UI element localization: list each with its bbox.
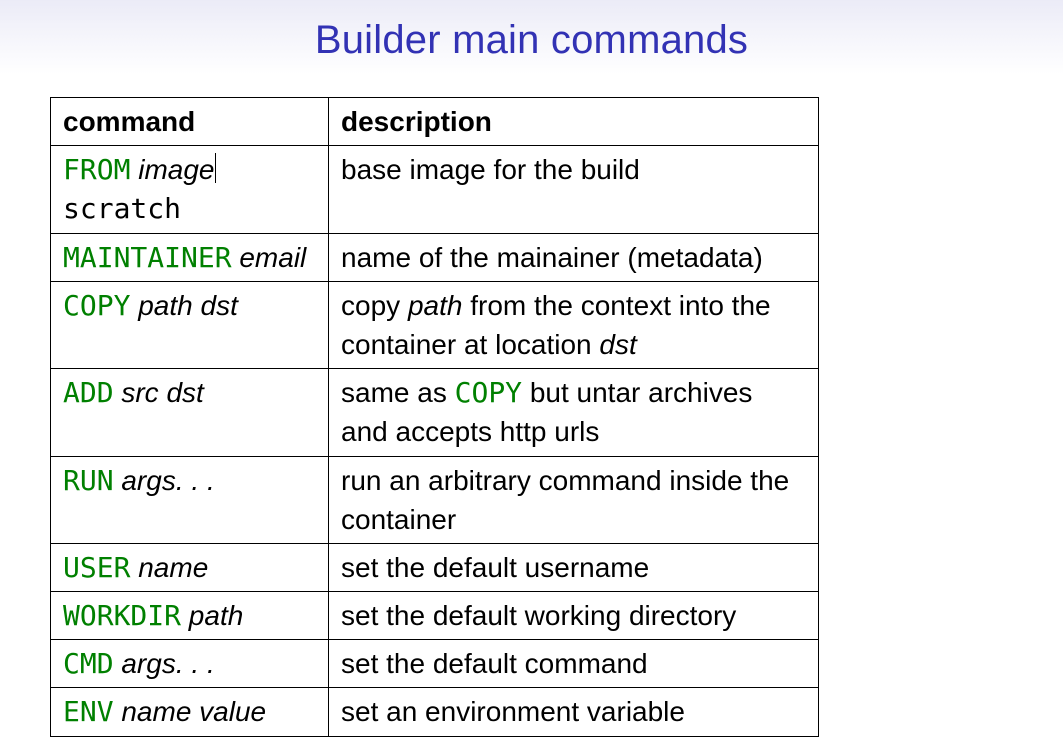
description-cell: copy path from the context into the cont… [329,281,819,368]
description-cell: set an environment variable [329,688,819,736]
command-arg: name [138,552,208,583]
table-row: CMD args. . . set the default command [51,640,819,688]
description-keyword: COPY [455,376,522,409]
header-command: command [51,98,329,146]
command-cell: MAINTAINER email [51,233,329,281]
command-cell: COPY path dst [51,281,329,368]
description-cell: set the default working directory [329,592,819,640]
description-text: base image for the build [341,154,640,185]
description-text: run an arbitrary command inside the cont… [341,465,789,535]
description-cell: run an arbitrary command inside the cont… [329,456,819,543]
commands-table: command description FROM image scratch bas… [50,97,819,737]
description-arg: path [408,290,463,321]
table-row: ENV name value set an environment variabl… [51,688,819,736]
command-alt: scratch [63,192,181,225]
command-arg: src dst [121,377,203,408]
description-arg: dst [599,329,636,360]
command-arg: path [189,600,244,631]
table-row: ADD src dstsame as COPY but untar archiv… [51,369,819,456]
description-text: set an environment variable [341,696,685,727]
command-cell: ADD src dst [51,369,329,456]
command-cell: RUN args. . . [51,456,329,543]
description-cell: set the default username [329,543,819,591]
description-text: copy [341,290,408,321]
description-cell: base image for the build [329,146,819,233]
slide-title: Builder main commands [0,18,1063,63]
description-text: name of the mainainer (metadata) [341,242,763,273]
command-arg: image [138,154,214,185]
table-row: MAINTAINER email name of the mainainer (m… [51,233,819,281]
command-cell: ENV name value [51,688,329,736]
description-text: set the default working directory [341,600,736,631]
command-cell: FROM image scratch [51,146,329,233]
command-keyword: COPY [63,289,130,322]
table-row: USER name set the default username [51,543,819,591]
description-cell: set the default command [329,640,819,688]
description-cell: name of the mainainer (metadata) [329,233,819,281]
table-wrap: command description FROM image scratch bas… [50,97,1063,737]
table-row: COPY path dstcopy path from the context … [51,281,819,368]
command-arg: path dst [138,290,238,321]
command-keyword: RUN [63,464,114,497]
command-keyword: MAINTAINER [63,241,232,274]
table-row: RUN args. . .run an arbitrary command in… [51,456,819,543]
command-cell: WORKDIR path [51,592,329,640]
command-arg: args. . . [121,465,214,496]
command-arg: args. . . [121,648,214,679]
command-keyword: ENV [63,695,114,728]
table-header-row: command description [51,98,819,146]
description-cell: same as COPY but untar archives and acce… [329,369,819,456]
table-row: WORKDIR path set the default working dire… [51,592,819,640]
command-cell: USER name [51,543,329,591]
command-keyword: WORKDIR [63,599,181,632]
table-row: FROM image scratch base image for the buil… [51,146,819,233]
command-keyword: ADD [63,376,114,409]
command-cell: CMD args. . . [51,640,329,688]
description-text: same as [341,377,455,408]
command-keyword: FROM [63,153,130,186]
description-text: set the default username [341,552,649,583]
slide: Builder main commands command descriptio… [0,0,1063,740]
pipe-separator [215,153,216,184]
command-arg: email [239,242,306,273]
description-text: set the default command [341,648,648,679]
header-description: description [329,98,819,146]
command-keyword: CMD [63,647,114,680]
command-arg: name value [121,696,266,727]
command-keyword: USER [63,551,130,584]
